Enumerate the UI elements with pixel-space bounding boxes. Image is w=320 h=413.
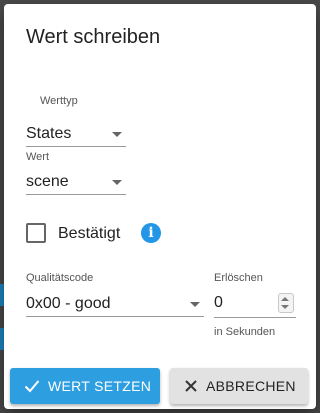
spinner-down-icon[interactable] [281, 305, 289, 309]
info-icon[interactable]: i [141, 223, 161, 243]
quality-label: Qualitätscode [26, 272, 94, 284]
dropdown-arrow-icon [112, 180, 122, 185]
spinner-up-icon[interactable] [281, 297, 289, 301]
value-select[interactable]: scene [26, 170, 126, 195]
expire-value: 0 [214, 294, 223, 311]
value-selected: scene [26, 173, 69, 190]
value-type-select[interactable]: States [26, 122, 126, 147]
quality-selected: 0x00 - good [26, 295, 111, 312]
value-label: Wert [26, 151, 50, 163]
dropdown-arrow-icon [112, 132, 122, 137]
close-icon [184, 379, 198, 393]
expire-input[interactable]: 0 [214, 289, 296, 318]
write-value-dialog: Wert schreiben Werttyp States Wert scene… [4, 4, 316, 409]
confirmed-checkbox[interactable] [26, 223, 46, 243]
expire-helper-text: in Sekunden [214, 326, 276, 338]
cancel-label: ABBRECHEN [206, 378, 296, 394]
dialog-title: Wert schreiben [26, 26, 161, 48]
number-spinner[interactable] [278, 293, 294, 313]
value-type-selected: States [26, 125, 72, 142]
cancel-button[interactable]: ABBRECHEN [170, 368, 308, 404]
value-type-label: Werttyp [40, 95, 78, 107]
set-value-label: WERT SETZEN [48, 378, 152, 394]
confirmed-label: Bestätigt [58, 225, 121, 242]
dropdown-arrow-icon [190, 302, 200, 307]
expire-label: Erlöschen [214, 272, 263, 284]
check-icon [24, 379, 40, 393]
set-value-button[interactable]: WERT SETZEN [10, 368, 160, 404]
quality-select[interactable]: 0x00 - good [26, 292, 204, 317]
